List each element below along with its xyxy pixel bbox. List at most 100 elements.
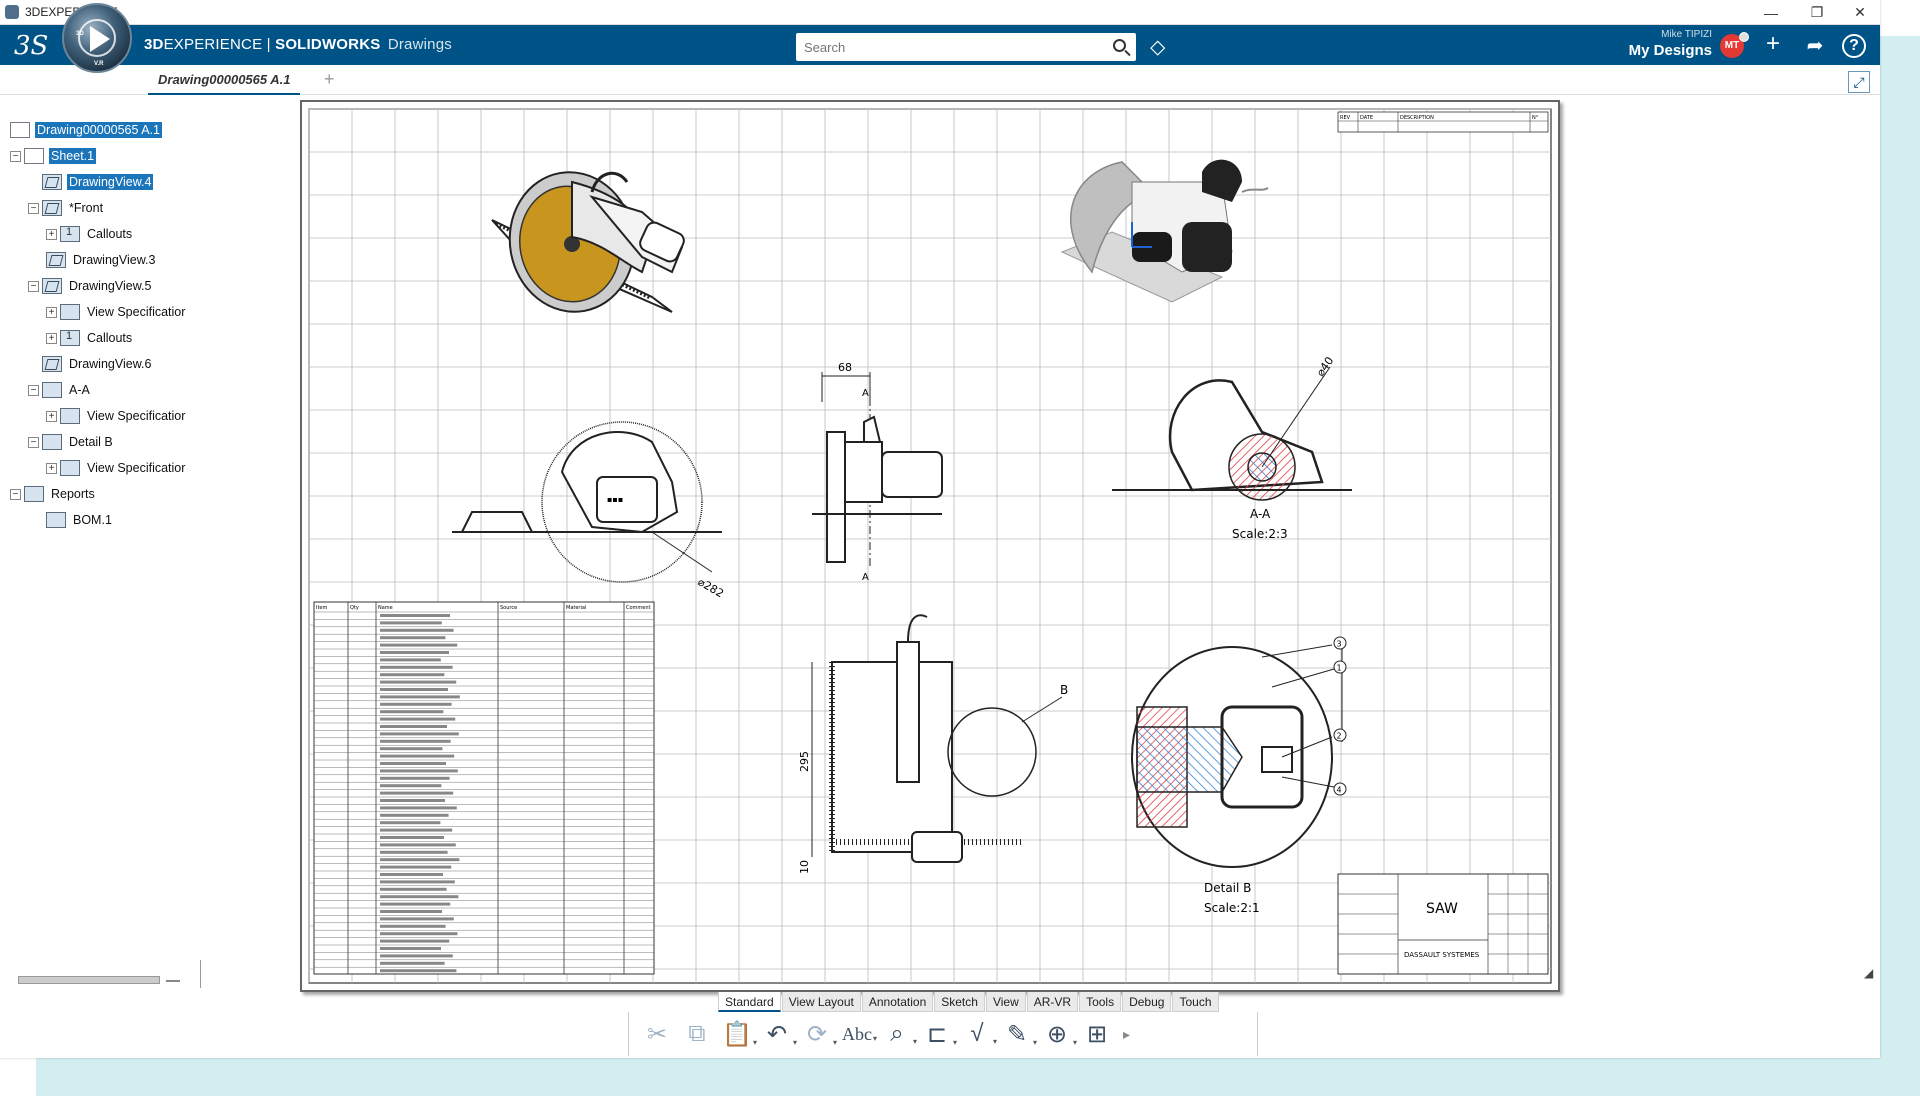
dassault-logo[interactable]: 3S bbox=[14, 31, 48, 61]
expand-icon[interactable]: + bbox=[46, 462, 57, 474]
avatar[interactable]: MT bbox=[1720, 32, 1749, 58]
tree-node-reports[interactable]: − Reports bbox=[10, 484, 97, 504]
front-view[interactable]: ▪▪▪ ⌀282 bbox=[452, 421, 726, 600]
dropdown-icon[interactable]: ▾ bbox=[1033, 1038, 1037, 1047]
dropdown-icon[interactable]: ▾ bbox=[793, 1038, 797, 1047]
dropdown-icon[interactable]: ▾ bbox=[953, 1038, 957, 1047]
detail-b-callout[interactable]: B bbox=[1060, 683, 1068, 697]
tree-node-section-aa[interactable]: − A-A bbox=[28, 380, 92, 400]
detail-b-label[interactable]: Detail B bbox=[1204, 881, 1251, 895]
add-icon[interactable]: + bbox=[1758, 30, 1788, 58]
tree-node-front[interactable]: − *Front bbox=[28, 198, 105, 218]
side-view[interactable]: 68 A A bbox=[812, 361, 943, 583]
detail-b-scale[interactable]: Scale:2:1 bbox=[1204, 901, 1260, 915]
close-button[interactable]: ✕ bbox=[1840, 0, 1880, 25]
tab-standard[interactable]: Standard bbox=[718, 992, 781, 1012]
tab-tools[interactable]: Tools bbox=[1079, 992, 1122, 1012]
section-label-a-bottom[interactable]: A bbox=[862, 572, 869, 583]
title-block[interactable]: SAW DASSAULT SYSTEMES bbox=[1337, 873, 1549, 975]
drawing-sheet[interactable]: REV DATE DESCRIPTION N° ▪▪▪ ⌀282 68 A A … bbox=[300, 100, 1560, 992]
balloon-icon[interactable]: ⌕ ▾ bbox=[879, 1020, 917, 1048]
resize-grip-icon[interactable]: ◢ bbox=[1864, 966, 1873, 980]
add-tab-button[interactable]: + bbox=[324, 69, 335, 90]
tree-node-callouts[interactable]: + Callouts bbox=[46, 224, 134, 244]
tab-sketch[interactable]: Sketch bbox=[934, 992, 985, 1012]
paste-icon[interactable]: 📋 ▾ bbox=[719, 1020, 757, 1049]
cut-icon[interactable]: ✂ bbox=[639, 1020, 675, 1049]
roughness-icon[interactable]: √ ▾ bbox=[959, 1020, 997, 1048]
collapse-icon[interactable]: − bbox=[28, 384, 39, 396]
undo-icon[interactable]: ↶ ▾ bbox=[759, 1020, 797, 1049]
dropdown-icon[interactable]: ▾ bbox=[913, 1037, 917, 1046]
dropdown-icon[interactable]: ▾ bbox=[753, 1038, 757, 1047]
center-mark-icon[interactable]: ⊕ ▾ bbox=[1039, 1020, 1077, 1049]
title-block-part-name[interactable]: SAW bbox=[1426, 901, 1458, 917]
tree-node-callouts[interactable]: + Callouts bbox=[46, 328, 134, 348]
diameter-282-dimension[interactable]: ⌀282 bbox=[696, 575, 726, 600]
bom-table[interactable]: Item Qty Name Source Material Comment bbox=[313, 601, 655, 975]
tab-debug[interactable]: Debug bbox=[1122, 992, 1172, 1012]
dimension-295[interactable]: 295 bbox=[798, 751, 811, 772]
balloon-2[interactable]: 2 bbox=[1337, 732, 1342, 741]
section-label-a-top[interactable]: A bbox=[862, 388, 869, 399]
tree-node-drawing[interactable]: Drawing00000565 A.1 bbox=[10, 120, 163, 140]
section-aa-label[interactable]: A-A bbox=[1250, 507, 1271, 521]
collapse-icon[interactable]: − bbox=[28, 436, 39, 448]
tab-annotation[interactable]: Annotation bbox=[861, 992, 934, 1012]
tree-node-bom[interactable]: BOM.1 bbox=[46, 510, 114, 530]
share-icon[interactable]: ➦ bbox=[1800, 33, 1830, 58]
detail-b-view[interactable]: 3 1 2 4 Detail B Scale:2:1 bbox=[1131, 636, 1347, 915]
tree-node-drawingview5[interactable]: − DrawingView.5 bbox=[28, 276, 153, 296]
compass-icon[interactable]: 3D V.R bbox=[62, 3, 132, 73]
collapse-icon[interactable]: − bbox=[28, 202, 39, 214]
tree-node-drawingview6[interactable]: DrawingView.6 bbox=[42, 354, 153, 374]
dropdown-icon[interactable]: ▾ bbox=[833, 1038, 837, 1047]
diameter-40-dimension[interactable]: ⌀40 bbox=[1314, 354, 1336, 378]
dimension-68[interactable]: 68 bbox=[838, 361, 852, 374]
more-tools-icon[interactable]: ▸ bbox=[1123, 1026, 1130, 1043]
update-icon[interactable]: ⟳ ▾ bbox=[799, 1020, 837, 1049]
balloon-4[interactable]: 4 bbox=[1337, 786, 1342, 795]
balloon-1[interactable]: 1 bbox=[1337, 664, 1342, 673]
saw-iso-render-view[interactable] bbox=[491, 162, 686, 321]
dropdown-icon[interactable]: ▾ bbox=[993, 1037, 997, 1046]
tab-touch[interactable]: Touch bbox=[1172, 992, 1219, 1012]
tree-node-drawingview4[interactable]: DrawingView.4 bbox=[42, 172, 154, 192]
expand-icon[interactable]: + bbox=[46, 410, 57, 422]
collapse-icon[interactable]: − bbox=[10, 150, 21, 162]
collapse-icon[interactable]: − bbox=[28, 280, 39, 292]
expand-icon[interactable]: + bbox=[46, 332, 57, 344]
tree-node-sheet[interactable]: − Sheet.1 bbox=[10, 146, 97, 166]
balloon-3[interactable]: 3 bbox=[1337, 640, 1342, 649]
dimension-icon[interactable]: ⊏ ▾ bbox=[919, 1020, 957, 1049]
minimize-button[interactable]: — bbox=[1748, 0, 1794, 25]
section-aa-scale[interactable]: Scale:2:3 bbox=[1232, 527, 1288, 541]
dropdown-icon[interactable]: ▾ bbox=[1073, 1038, 1077, 1047]
collapse-icon[interactable]: − bbox=[10, 488, 21, 500]
top-view[interactable]: B 295 10 bbox=[798, 614, 1068, 874]
tree-node-view-specification[interactable]: + View Specificatior bbox=[46, 458, 187, 478]
tree-node-view-specification[interactable]: + View Specificatior bbox=[46, 406, 187, 426]
tree-node-detail-b[interactable]: − Detail B bbox=[28, 432, 115, 452]
dropdown-icon[interactable]: ▾ bbox=[873, 1034, 877, 1043]
expand-icon[interactable]: + bbox=[46, 228, 57, 240]
restore-button[interactable]: ❐ bbox=[1794, 0, 1840, 25]
copy-icon[interactable]: ⧉ bbox=[679, 1020, 715, 1048]
section-aa-view[interactable]: ⌀40 A-A Scale:2:3 bbox=[1112, 354, 1352, 541]
search-icon[interactable] bbox=[1113, 39, 1126, 52]
tab-view[interactable]: View bbox=[985, 992, 1026, 1012]
tree-node-drawingview3[interactable]: DrawingView.3 bbox=[46, 250, 157, 270]
search-input[interactable] bbox=[796, 33, 1096, 61]
tag-icon[interactable]: ⬦ bbox=[1150, 34, 1165, 60]
tab-ar-vr[interactable]: AR-VR bbox=[1026, 992, 1079, 1012]
expand-icon[interactable]: + bbox=[46, 306, 57, 318]
help-icon[interactable]: ? bbox=[1842, 34, 1866, 58]
fullscreen-icon[interactable]: ⤢ bbox=[1848, 71, 1870, 93]
text-annotation-icon[interactable]: Abc ▾ bbox=[839, 1024, 877, 1045]
table-icon[interactable]: ⊞ bbox=[1079, 1020, 1115, 1049]
dimension-10[interactable]: 10 bbox=[798, 860, 811, 874]
tab-view-layout[interactable]: View Layout bbox=[781, 992, 861, 1012]
weld-icon[interactable]: ✎ ▾ bbox=[999, 1020, 1037, 1049]
tab-drawing[interactable]: Drawing00000565 A.1 bbox=[148, 65, 301, 95]
tree-node-view-specification[interactable]: + View Specificatior bbox=[46, 302, 187, 322]
